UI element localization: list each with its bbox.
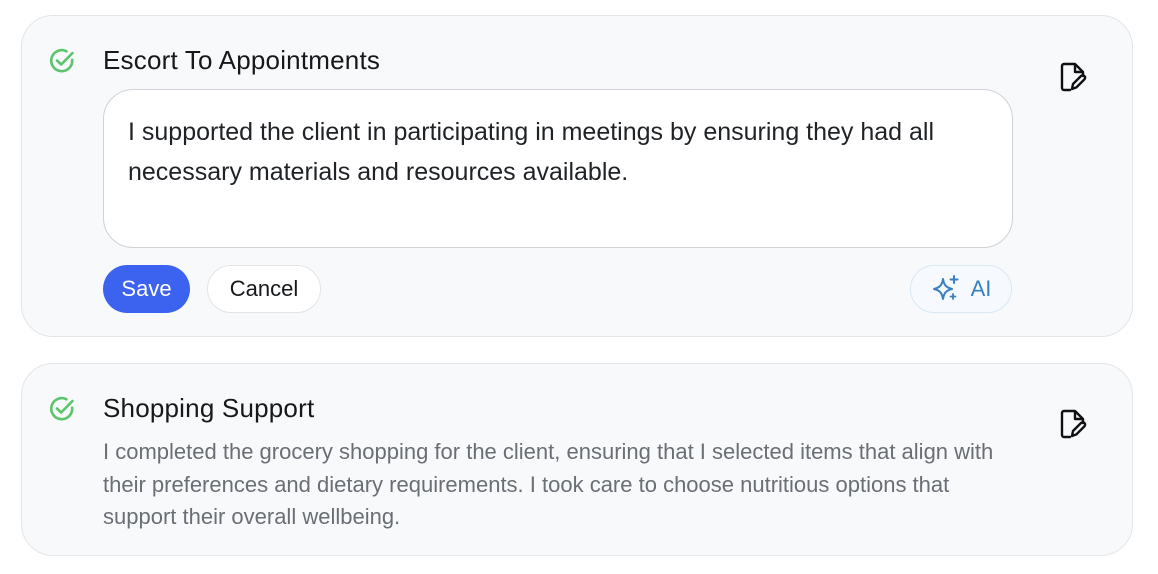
check-circle-icon [49, 48, 74, 73]
document-edit-icon[interactable] [1057, 61, 1089, 93]
activity-card-shopping: Shopping Support I completed the grocery… [21, 363, 1133, 556]
activity-note: I completed the grocery shopping for the… [103, 439, 994, 529]
activity-title: Shopping Support [103, 393, 315, 423]
ai-label: AI [970, 276, 992, 301]
activity-note-input[interactable] [103, 89, 1013, 248]
ai-assist-button[interactable]: AI [910, 265, 1012, 313]
sparkles-icon [932, 275, 959, 300]
save-button[interactable]: Save [103, 265, 190, 313]
activity-card-escort: Escort To Appointments Save Cancel AI [21, 15, 1133, 337]
document-edit-icon[interactable] [1057, 408, 1089, 440]
check-circle-icon [49, 396, 74, 421]
activity-title: Escort To Appointments [103, 45, 381, 75]
cancel-button[interactable]: Cancel [207, 265, 321, 313]
